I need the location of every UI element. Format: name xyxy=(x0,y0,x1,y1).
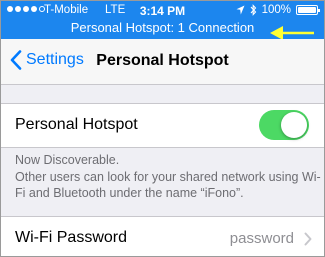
wifi-password-row[interactable]: Wi-Fi Password password xyxy=(1,216,324,256)
wifi-password-value: password xyxy=(229,230,294,247)
phone-screen: T-Mobile LTE 3:14 PM 100% Personal Hotsp… xyxy=(0,0,325,257)
personal-hotspot-label: Personal Hotspot xyxy=(15,116,138,133)
wifi-password-label: Wi-Fi Password xyxy=(15,229,128,246)
personal-hotspot-toggle[interactable] xyxy=(259,110,309,140)
location-arrow-icon xyxy=(236,5,245,15)
battery-icon xyxy=(296,5,320,15)
bluetooth-icon xyxy=(250,4,256,16)
page-title: Personal Hotspot xyxy=(96,52,229,69)
discoverable-status: Now Discoverable. xyxy=(15,153,120,167)
navigation-bar: Settings Personal Hotspot xyxy=(1,39,324,85)
battery-percentage: 100% xyxy=(261,4,291,16)
hotspot-info-line-1: Other users can look for your shared net… xyxy=(15,170,321,184)
toggle-knob xyxy=(281,112,307,138)
hotspot-info-line-2: Fi and Bluetooth under the name “iFono”. xyxy=(15,186,244,200)
chevron-right-icon xyxy=(304,232,312,246)
personal-hotspot-row: Personal Hotspot xyxy=(1,103,324,148)
status-row: T-Mobile LTE 3:14 PM 100% xyxy=(1,1,324,19)
status-right: 100% xyxy=(236,4,320,16)
